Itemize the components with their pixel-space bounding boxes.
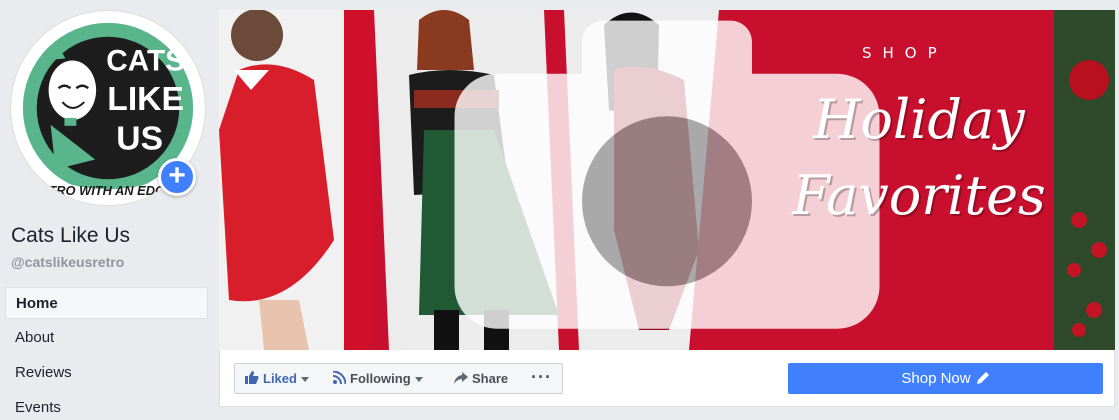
shop-now-label: Shop Now	[901, 370, 971, 387]
logo-line-2: LIKE	[107, 81, 184, 118]
logo-line-1: CATS	[106, 44, 185, 77]
page-name[interactable]: Cats Like Us	[11, 224, 130, 248]
liked-label: Liked	[263, 371, 297, 386]
left-column: CATS LIKE US RETRO WITH AN EDGE + Cats L…	[0, 0, 213, 420]
cover-photo[interactable]: SHOP Holiday Favorites	[219, 10, 1115, 350]
page-nav: Home About Reviews Events	[5, 287, 208, 420]
share-button[interactable]: Share	[444, 363, 522, 394]
page-handle[interactable]: @catslikeusretro	[11, 254, 124, 270]
liked-button[interactable]: Liked	[234, 363, 324, 394]
following-label: Following	[350, 371, 411, 386]
nav-item-about[interactable]: About	[5, 322, 208, 354]
add-profile-photo-button[interactable]: +	[158, 158, 196, 196]
more-options-button[interactable]: ···	[521, 363, 563, 394]
logo-ring-text: RETRO WITH AN EDGE	[30, 183, 174, 198]
share-label: Share	[472, 371, 509, 386]
cover-shop-label: SHOP	[862, 44, 948, 62]
chevron-down-icon	[414, 377, 423, 383]
nav-item-reviews[interactable]: Reviews	[5, 357, 208, 389]
thumbs-up-icon	[245, 365, 259, 394]
cover-headline-line-2: Favorites	[792, 164, 1046, 227]
chevron-down-icon	[300, 377, 309, 383]
pencil-icon[interactable]	[976, 364, 990, 395]
logo-line-3: US	[116, 121, 163, 158]
nav-item-home[interactable]: Home	[5, 287, 208, 319]
nav-item-events[interactable]: Events	[5, 392, 208, 420]
cover-headline-line-1: Holiday	[813, 88, 1025, 151]
rss-icon	[332, 365, 347, 394]
following-button[interactable]: Following	[323, 363, 445, 394]
page-action-bar: Liked Following Share ··· Shop Now	[219, 350, 1115, 407]
shop-now-button[interactable]: Shop Now	[788, 363, 1103, 394]
share-arrow-icon	[454, 365, 468, 394]
